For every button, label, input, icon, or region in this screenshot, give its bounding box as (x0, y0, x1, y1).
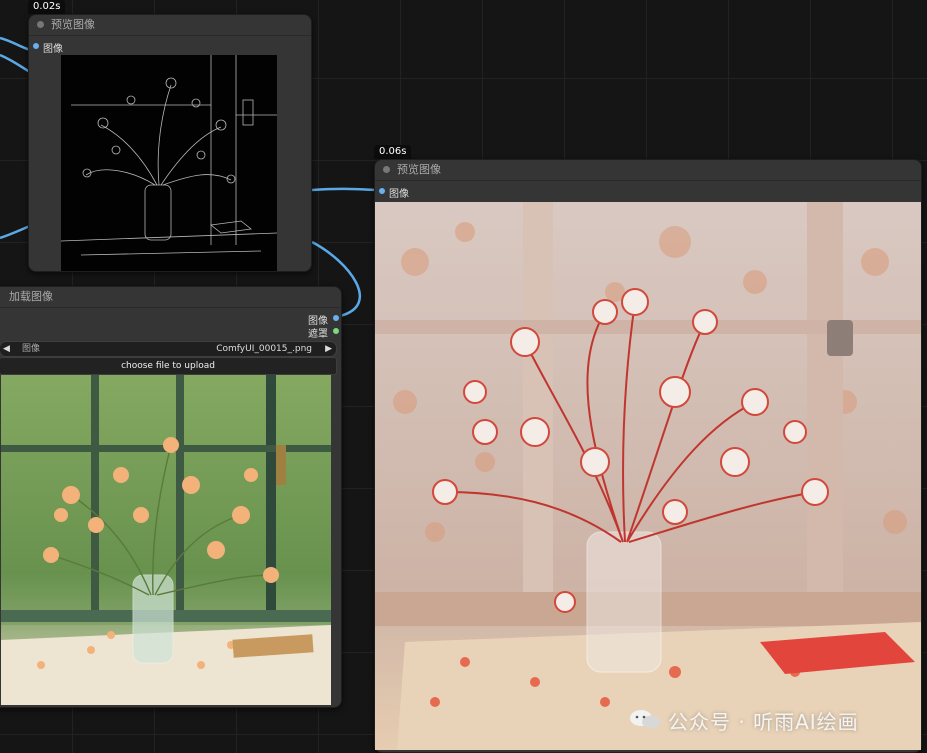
edge-preview-title-bar[interactable]: 预览图像 (29, 15, 311, 36)
main-preview-title: 预览图像 (397, 163, 441, 176)
combo-value: ComfyUI_00015_.png (216, 344, 312, 354)
edge-preview-input-port[interactable]: 图像 (29, 40, 311, 55)
input-socket-icon[interactable] (33, 43, 39, 49)
main-preview-input-port[interactable]: 图像 (375, 185, 921, 200)
loaded-image-preview (1, 375, 331, 705)
edge-preview-timing-badge: 0.02s (28, 0, 66, 14)
edge-preview-node[interactable]: 预览图像 图像 (28, 14, 312, 272)
edge-preview-input-label: 图像 (43, 44, 63, 55)
link-wire-top (0, 36, 31, 52)
edge-preview-title: 预览图像 (51, 18, 95, 31)
input-socket-icon[interactable] (379, 188, 385, 194)
load-image-node[interactable]: 加载图像 图像 遮罩 ◀ 图像 ComfyUI_00015_.png ▶ cho… (0, 286, 342, 708)
output-mask-label: 遮罩 (308, 329, 328, 340)
output-socket-icon[interactable] (333, 315, 339, 321)
combo-right-arrow-icon[interactable]: ▶ (325, 342, 332, 356)
combo-label: 图像 (22, 344, 41, 354)
link-wire-upper (0, 53, 31, 74)
load-image-output-mask[interactable]: 遮罩 (281, 325, 341, 340)
load-image-title-bar[interactable]: 加载图像 (0, 287, 341, 308)
link-wire-edge-to-preview (311, 187, 377, 192)
load-image-output-image[interactable]: 图像 (281, 312, 341, 327)
load-image-title: 加载图像 (9, 290, 53, 303)
combo-left-arrow-icon[interactable]: ◀ (3, 342, 10, 356)
watermark-text: 公众号 · 听雨AI绘画 (668, 710, 859, 734)
main-preview-timing-badge: 0.06s (374, 145, 412, 159)
edge-preview-image (61, 55, 277, 271)
choose-file-upload-button[interactable]: choose file to upload (0, 357, 337, 375)
output-socket-icon[interactable] (333, 328, 339, 334)
image-combo-widget[interactable]: ◀ 图像 ComfyUI_00015_.png ▶ (0, 341, 337, 357)
collapse-dot-icon[interactable] (37, 21, 44, 28)
main-preview-node[interactable]: 预览图像 图像 (374, 159, 922, 753)
main-preview-image (375, 202, 921, 750)
main-preview-title-bar[interactable]: 预览图像 (375, 160, 921, 181)
link-wire-left (0, 224, 31, 240)
main-preview-input-label: 图像 (389, 189, 409, 200)
collapse-dot-icon[interactable] (383, 166, 390, 173)
wechat-icon (630, 710, 660, 729)
